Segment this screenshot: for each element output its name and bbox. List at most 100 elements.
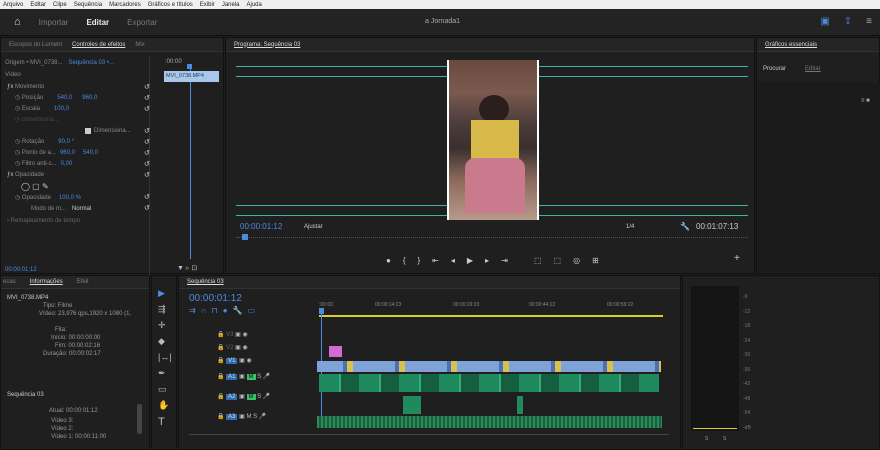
info-scrollbar[interactable] xyxy=(137,404,142,434)
clip-v1[interactable] xyxy=(317,361,661,372)
filter-icon[interactable]: ▼ ▹ ⊡ xyxy=(177,264,197,272)
track-v3[interactable]: V3 xyxy=(226,332,233,338)
menu-marcadores[interactable]: Marcadores xyxy=(109,2,141,8)
motion-effect[interactable]: Movimento xyxy=(15,84,44,90)
track-a1[interactable]: A1 xyxy=(226,374,238,380)
tab-procurar[interactable]: Procurar xyxy=(763,66,786,72)
razor-icon[interactable]: ◆ xyxy=(158,336,165,347)
info-v2: Vídeo 2: xyxy=(51,426,74,432)
tools-panel: ▶ ⇶ ✛ ◆ |↔| ✒ ▭ ✋ T xyxy=(151,275,177,450)
program-timecode[interactable]: 00:00:01:12 xyxy=(240,222,282,231)
clip-a3[interactable] xyxy=(317,416,662,428)
type-tool-icon[interactable]: T xyxy=(158,416,165,428)
program-playhead[interactable] xyxy=(242,234,248,240)
clip-v2[interactable] xyxy=(329,346,342,357)
selection-tool-icon[interactable]: ▶ xyxy=(158,288,165,299)
uniform-scale[interactable]: Dimensiona... xyxy=(94,128,131,134)
program-title[interactable]: Programa: Sequência 03 xyxy=(234,42,300,48)
meter-tick-2: -18 xyxy=(743,323,751,329)
share-icon[interactable]: ⇪ xyxy=(844,16,852,27)
essential-graphics-title[interactable]: Gráficos essenciais xyxy=(765,42,817,48)
source-label[interactable]: Origem • MVI_0738... xyxy=(5,60,62,66)
mask-tools-icon[interactable]: ◯ ▢ ✎ xyxy=(21,181,49,192)
sequence-label[interactable]: Sequência 03 •... xyxy=(68,60,113,66)
panel-options-icon[interactable]: ≡ ■ xyxy=(861,98,870,104)
info-type: Tipo: Filme xyxy=(43,303,73,309)
audio-meters: -6 -12 -18 -24 -30 -36 -42 -48 -54 -dB S… xyxy=(682,275,880,450)
slip-icon[interactable]: |↔| xyxy=(158,352,172,362)
timeline-tab[interactable]: Sequência 03 xyxy=(187,279,224,285)
project-title: a Jornada1 xyxy=(425,18,461,25)
hand-tool-icon[interactable]: ✋ xyxy=(158,400,169,411)
blend-select[interactable]: Normal xyxy=(72,206,91,212)
menu-sequencia[interactable]: Sequência xyxy=(74,2,102,8)
meter-tick-1: -12 xyxy=(743,308,751,315)
fullscreen-icon[interactable]: ▣ xyxy=(820,16,829,27)
menu-exibir[interactable]: Exibir xyxy=(200,2,215,8)
timeline-timecode[interactable]: 00:00:01:12 xyxy=(189,293,242,304)
track-v1[interactable]: V1 xyxy=(226,358,238,364)
essential-graphics-panel: Gráficos essenciais Procurar Editar ≡ ■ xyxy=(756,37,880,274)
anchor-x[interactable]: 960,0 xyxy=(60,150,75,156)
workspace-editar[interactable]: Editar xyxy=(86,18,109,27)
rotation-label: Rotação xyxy=(21,138,45,145)
rectangle-tool-icon[interactable]: ▭ xyxy=(158,384,167,395)
clip-a2b[interactable] xyxy=(517,396,523,414)
reset-icons[interactable]: ↺ ↺ ↺ ↺ ↺ ↺ ↺ ↺ ↺ ↺ xyxy=(144,82,150,214)
resolution-select[interactable]: 1/4 xyxy=(626,224,634,230)
antiflicker-value[interactable]: 0,00 xyxy=(61,161,73,167)
menu-janela[interactable]: Janela xyxy=(222,2,240,8)
track-select-icon[interactable]: ⇶ xyxy=(158,304,166,315)
opacity-value[interactable]: 100,0 % xyxy=(59,195,81,201)
ripple-edit-icon[interactable]: ✛ xyxy=(158,320,166,331)
anchor-y[interactable]: 540,0 xyxy=(83,150,98,156)
home-icon[interactable]: ⌂ xyxy=(14,16,21,28)
info-fita: Fita: xyxy=(55,327,67,333)
menu-editar[interactable]: Editar xyxy=(30,2,46,8)
meter-tick-4: -30 xyxy=(743,352,751,358)
timeline-tools-icon[interactable]: ⇉∩⊓●🔧▭ xyxy=(189,306,260,315)
transport-controls[interactable]: ●{}⇤◂▶▸⇥ ⬚⬚◎⊞ xyxy=(386,256,611,265)
workspace-bar: ⌂ Importar Editar Exportar a Jornada1 ▣ … xyxy=(0,9,880,36)
pen-tool-icon[interactable]: ✒ xyxy=(158,368,166,379)
tab-informacoes[interactable]: Informações xyxy=(30,279,63,285)
workspace-importar[interactable]: Importar xyxy=(39,18,69,27)
meter-solo-left[interactable]: S xyxy=(705,436,708,442)
fit-select[interactable]: Ajustar xyxy=(304,224,323,230)
menu-graficos[interactable]: Gráficos e títulos xyxy=(148,2,193,8)
wrench-icon[interactable]: 🔧 xyxy=(680,222,690,231)
time-remap[interactable]: Remapeamento de tempo xyxy=(11,218,80,224)
meter-tick-5: -36 xyxy=(743,366,751,373)
menu-clipe[interactable]: Clipe xyxy=(53,2,67,8)
tab-editar[interactable]: Editar xyxy=(805,66,821,72)
track-a3[interactable]: A3 xyxy=(226,414,238,420)
tick-1: 00:00:14:23 xyxy=(375,302,402,308)
tab-effect-controls[interactable]: Controles de efeitos xyxy=(72,42,125,48)
menu-icon[interactable]: ≡ xyxy=(866,16,872,27)
meter-tick-8: -54 xyxy=(743,410,751,416)
track-v2[interactable]: V2 xyxy=(226,345,233,351)
info-duracao: Duração: 00:00:02:17 xyxy=(43,351,101,357)
position-y[interactable]: 960,0 xyxy=(82,95,97,101)
meter-tick-3: -24 xyxy=(743,337,751,344)
menu-ajuda[interactable]: Ajuda xyxy=(247,2,262,8)
info-clip: MVI_0738.MP4 xyxy=(7,295,49,301)
opacity-effect[interactable]: Opacidade xyxy=(15,172,44,178)
menu-arquivo[interactable]: Arquivo xyxy=(3,2,23,8)
scale-value[interactable]: 100,0 xyxy=(54,106,69,112)
meter-tick-6: -42 xyxy=(743,381,751,387)
tab-efeitos[interactable]: Efeit xyxy=(77,279,89,285)
meter-solo-right[interactable]: S xyxy=(723,436,726,442)
tab-mix[interactable]: Mix xyxy=(135,42,144,48)
add-button-icon[interactable]: + xyxy=(734,253,740,264)
rotation-value[interactable]: 90,0 ° xyxy=(58,139,74,145)
position-x[interactable]: 540,0 xyxy=(57,95,72,101)
clip-bar[interactable]: MVI_0738.MP4 xyxy=(164,71,219,82)
tab-pecas[interactable]: ecas xyxy=(3,279,16,285)
workspace-exportar[interactable]: Exportar xyxy=(127,18,157,27)
clip-a1[interactable] xyxy=(319,374,659,392)
clip-a2[interactable] xyxy=(403,396,421,414)
track-a2[interactable]: A2 xyxy=(226,394,238,400)
tab-lumetri-scopes[interactable]: Escopos do Lumetri xyxy=(9,42,62,48)
timeline-scrollbar[interactable] xyxy=(189,434,669,440)
